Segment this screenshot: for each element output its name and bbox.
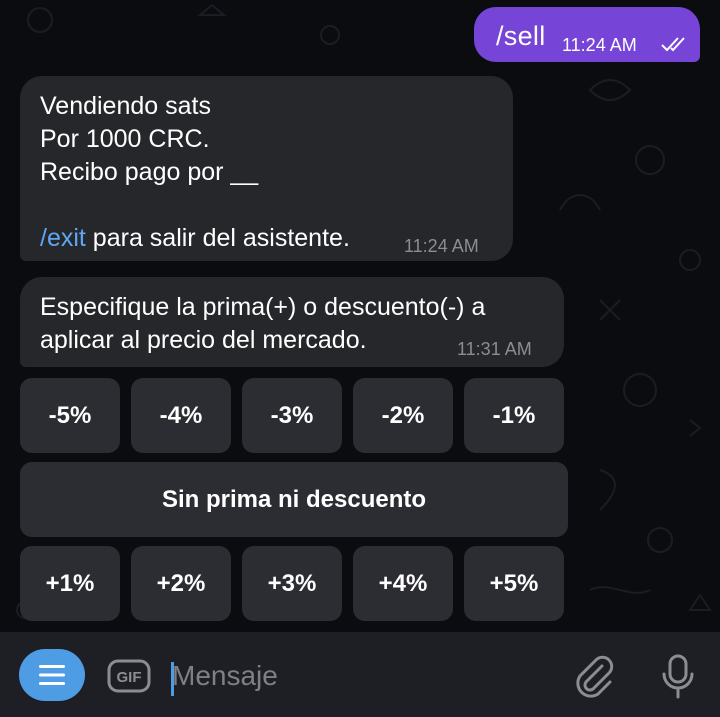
discount-1-button[interactable]: -1% — [464, 378, 564, 453]
gif-label: GIF — [117, 669, 142, 686]
double-check-icon — [661, 37, 685, 52]
outgoing-message-time: 11:24 AM — [562, 35, 637, 55]
message-time: 11:24 AM — [404, 236, 479, 256]
message-line: aplicar al precio del mercado. — [40, 326, 367, 354]
premium-5-button[interactable]: +5% — [464, 546, 564, 621]
incoming-message-premium[interactable]: Especifique la prima(+) o descuento(-) a… — [20, 277, 564, 367]
message-line: Recibo pago por __ — [40, 158, 259, 186]
message-time: 11:31 AM — [457, 339, 532, 359]
gif-button[interactable]: GIF — [107, 659, 151, 693]
premium-1-button[interactable]: +1% — [20, 546, 120, 621]
exit-command-link[interactable]: /exit — [40, 224, 86, 252]
microphone-icon[interactable] — [660, 654, 696, 700]
incoming-message-wizard[interactable]: Vendiendo sats Por 1000 CRC. Recibo pago… — [20, 76, 513, 261]
discount-3-button[interactable]: -3% — [242, 378, 342, 453]
message-line: Vendiendo sats — [40, 92, 211, 120]
message-line: Especifique la prima(+) o descuento(-) a — [40, 293, 486, 321]
discount-2-button[interactable]: -2% — [353, 378, 453, 453]
premium-4-button[interactable]: +4% — [353, 546, 453, 621]
bot-menu-button[interactable] — [19, 649, 85, 701]
outgoing-message[interactable]: /sell 11:24 AM — [474, 7, 700, 62]
premium-2-button[interactable]: +2% — [131, 546, 231, 621]
paperclip-icon[interactable] — [572, 654, 616, 698]
menu-icon — [39, 665, 65, 685]
premium-3-button[interactable]: +3% — [242, 546, 342, 621]
outgoing-message-text: /sell — [496, 21, 546, 51]
message-composer: GIF — [0, 632, 720, 717]
message-line: Por 1000 CRC. — [40, 125, 210, 153]
exit-command-suffix: para salir del asistente. — [85, 224, 350, 252]
discount-4-button[interactable]: -4% — [131, 378, 231, 453]
message-input[interactable] — [172, 656, 552, 696]
no-premium-button[interactable]: Sin prima ni descuento — [20, 462, 568, 537]
discount-5-button[interactable]: -5% — [20, 378, 120, 453]
message-line: /exit para salir del asistente. — [40, 224, 350, 253]
